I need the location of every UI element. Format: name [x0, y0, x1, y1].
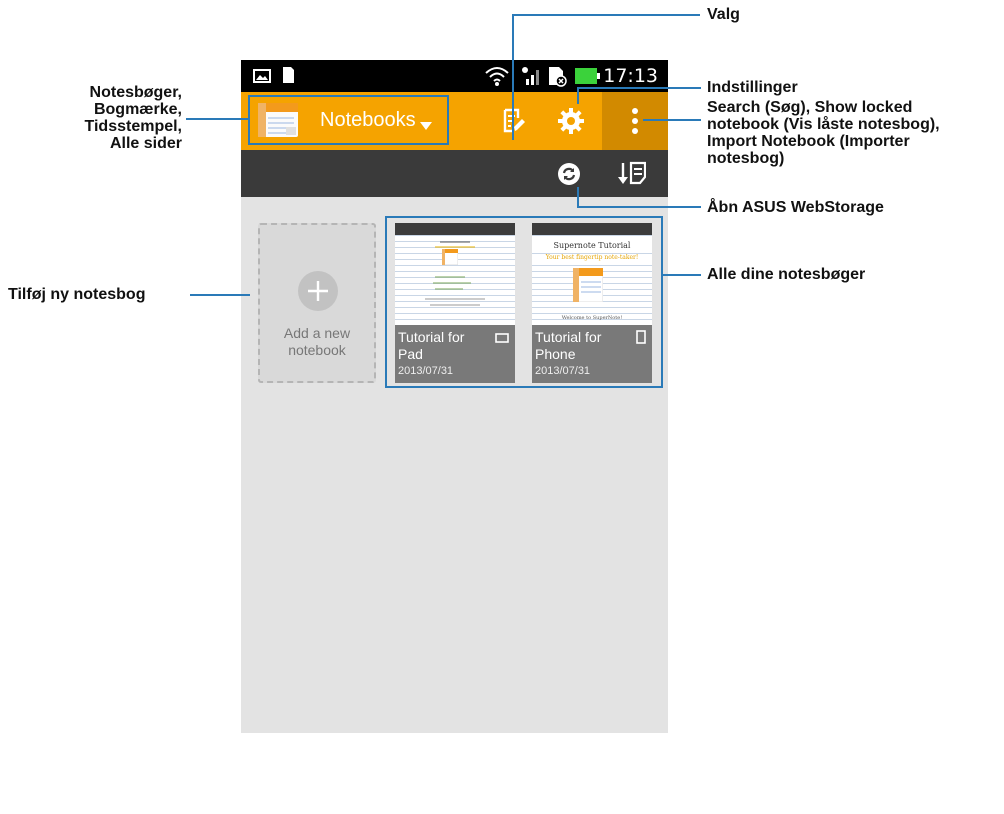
- wifi-icon: [484, 65, 510, 92]
- gallery-notification-icon: [253, 69, 271, 88]
- signal-icon: [521, 65, 541, 92]
- callout-all-notebooks: Alle dine notesbøger: [707, 266, 866, 283]
- notebooks-spinner[interactable]: Notebooks: [248, 95, 449, 145]
- callout-line-indstillinger-h: [577, 87, 701, 89]
- notebooks-highlight-box: [385, 216, 663, 388]
- callout-add-notebook: Tilføj ny notesbog: [8, 286, 146, 303]
- plus-icon: [298, 271, 338, 311]
- sort-icon[interactable]: [618, 161, 647, 192]
- callout-line-left-menu: [186, 118, 249, 120]
- callout-line-all-notebooks: [663, 274, 701, 276]
- phone-screen: 17:13 Notebooks Add a new notebook Tutor…: [241, 60, 668, 733]
- secondary-toolbar: [241, 150, 668, 197]
- callout-menu-options: Search (Søg), Show locked notebook (Vis …: [707, 99, 940, 167]
- battery-icon: [575, 68, 601, 89]
- callout-line-valg-v: [512, 14, 514, 140]
- callout-webstorage: Åbn ASUS WebStorage: [707, 199, 884, 216]
- callout-line-add-notebook: [190, 294, 250, 296]
- gear-icon[interactable]: [558, 108, 584, 139]
- status-clock: 17:13: [603, 65, 658, 87]
- callout-line-indstillinger-v: [577, 87, 579, 104]
- action-bar: Notebooks: [241, 92, 668, 150]
- add-notebook-label: Add a new notebook: [283, 325, 351, 358]
- add-notebook-card[interactable]: Add a new notebook: [258, 223, 376, 383]
- overflow-menu-button[interactable]: [602, 92, 668, 150]
- callout-line-webstorage-h: [577, 206, 701, 208]
- no-sim-icon: [546, 65, 568, 92]
- callout-line-webstorage-v: [577, 187, 579, 207]
- overflow-menu-icon: [631, 108, 639, 139]
- callout-line-menu: [643, 119, 701, 121]
- callout-valg: Valg: [707, 6, 740, 23]
- dropdown-triangle-icon: [420, 119, 432, 137]
- notebooks-label: Notebooks: [320, 109, 416, 131]
- callout-indstillinger: Indstillinger: [707, 79, 798, 96]
- callout-line-valg-h: [512, 14, 700, 16]
- callout-left-menu: Notesbøger, Bogmærke, Tidsstempel, Alle …: [84, 84, 182, 152]
- notebook-app-icon: [258, 103, 298, 142]
- sd-card-icon: [281, 66, 295, 89]
